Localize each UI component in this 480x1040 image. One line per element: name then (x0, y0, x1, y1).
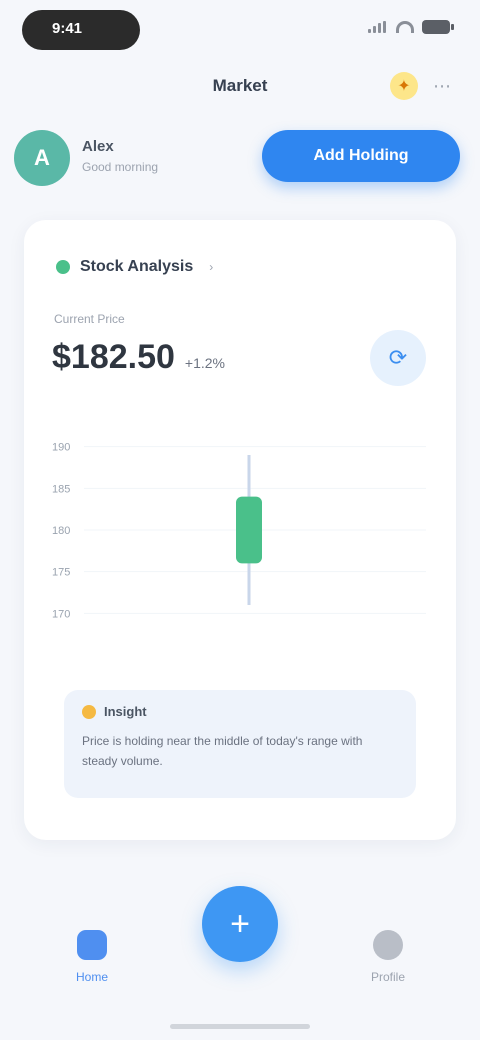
user-row: A Alex Good morning Add Holding (0, 124, 480, 188)
card-header: Stock Analysis › (56, 258, 213, 276)
bulb-icon[interactable]: ✦ (390, 72, 418, 100)
price-value: $182.50 (52, 338, 175, 376)
y-tick-label: 190 (52, 442, 70, 454)
chart-svg: 190 185 180 175 170 (52, 442, 426, 620)
insight-head: Insight (82, 704, 398, 719)
bottom-nav: Home + Profile (0, 870, 480, 1040)
insight-title: Insight (104, 704, 147, 719)
y-tick-label: 170 (52, 608, 70, 620)
candle-body[interactable] (236, 496, 262, 564)
profile-icon (373, 930, 403, 960)
add-holding-button[interactable]: Add Holding (262, 130, 460, 182)
user-greeting: Good morning (82, 160, 159, 174)
lightbulb-icon (82, 704, 96, 719)
insight-box: Insight Price is holding near the middle… (64, 690, 416, 798)
y-tick-label: 180 (52, 525, 70, 537)
nav-item-home[interactable]: Home (42, 930, 142, 984)
status-time: 9:41 (52, 20, 83, 37)
signal-icon (368, 21, 388, 33)
insight-text: Price is holding near the middle of toda… (82, 734, 363, 768)
candlestick-chart: 190 185 180 175 170 (44, 400, 436, 660)
status-icons (368, 20, 454, 34)
nav-label-home: Home (75, 970, 108, 984)
add-fab-button[interactable]: + (202, 886, 278, 962)
menu-icon[interactable]: ⋯ (432, 76, 452, 96)
chevron-right-icon[interactable]: › (209, 260, 213, 274)
status-dot-icon (56, 260, 70, 274)
y-tick-label: 175 (52, 567, 70, 579)
header-actions: ✦ ⋯ (390, 72, 452, 100)
stock-card: Stock Analysis › Current Price $182.50 +… (24, 220, 456, 840)
app-header: Market ✦ ⋯ (0, 64, 480, 108)
home-icon (77, 930, 107, 960)
battery-icon (422, 20, 454, 34)
user-name: Alex (82, 138, 114, 155)
price-change: +1.2% (184, 355, 225, 371)
refresh-button[interactable]: ⟳ (370, 330, 426, 386)
card-title: Stock Analysis (80, 258, 194, 275)
price-row: $182.50 +1.2% (52, 338, 225, 377)
home-indicator (170, 1024, 310, 1029)
status-bar: 9:41 (0, 0, 480, 62)
refresh-icon: ⟳ (388, 345, 408, 370)
nav-label-profile: Profile (370, 970, 405, 984)
y-tick-label: 185 (52, 483, 70, 495)
price-caption: Current Price (54, 312, 125, 326)
wifi-icon (396, 21, 414, 33)
avatar[interactable]: A (14, 130, 70, 186)
nav-item-profile[interactable]: Profile (338, 930, 438, 984)
